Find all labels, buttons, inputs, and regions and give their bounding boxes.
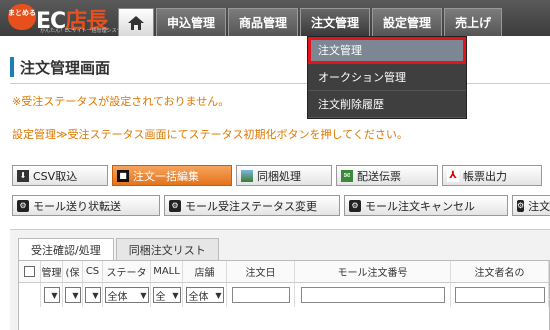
logo[interactable]: まとめる EC店長 かんたん！ECサイト一括管理システム: [8, 3, 127, 34]
action-buttons-row2: ⚙ モール送り状転送 ⚙ モール受注ステータス変更 ⚙ モール注文キャンセル ⚙ 注文: [12, 195, 550, 216]
title-marker: [10, 57, 14, 77]
instruction-message: 設定管理≫受注ステータス画面にてステータス初期化ボタンを押してください。: [12, 128, 408, 141]
bulk-edit-button[interactable]: ■ 注文一括編集: [112, 165, 232, 186]
order-menu-dropdown: 注文管理 オークション管理 注文削除履歴: [307, 36, 467, 119]
tab-order-confirmation[interactable]: 受注確認/処理: [18, 238, 114, 260]
gear-icon: ⚙: [169, 199, 181, 212]
filter-select[interactable]: ▼: [84, 287, 101, 303]
nav-tab-applications[interactable]: 申込管理: [156, 8, 227, 36]
gear-icon: ⚙: [517, 199, 525, 212]
warning-message: ※受注ステータスが設定されておりません。: [12, 95, 230, 108]
tab-bundle-list[interactable]: 同梱注文リスト: [115, 238, 219, 260]
mall-filter-select[interactable]: 全 ▼: [152, 287, 181, 303]
select-all-header[interactable]: [19, 261, 41, 282]
gear-icon: ⚙: [17, 199, 29, 212]
app-header: まとめる EC店長 かんたん！ECサイト一括管理システム 申込管理 商品管理 注…: [0, 0, 550, 36]
gear-icon: ⚙: [349, 199, 361, 212]
mall-order-number-input[interactable]: [300, 287, 445, 303]
nav-tab-orders[interactable]: 注文管理: [300, 8, 371, 36]
home-button[interactable]: [118, 8, 154, 36]
page-title-bar: 注文管理画面: [10, 54, 110, 80]
shipping-icon: ✉: [341, 169, 353, 182]
column-header[interactable]: (保: [63, 261, 83, 282]
order-list-panel: 受注確認/処理 同梱注文リスト 管理 (保 CS ステータ MALL 店舗 注文…: [10, 229, 550, 330]
table-filter-row: ▼ ▼ ▼ 全体 ▼ 全 ▼ 全体 ▼: [19, 283, 549, 307]
bundle-icon: [241, 169, 253, 182]
action-buttons-row1: ⬇ CSV取込 ■ 注文一括編集 同梱処理 ✉ 配送伝票 ⅄ 帳票出力: [12, 165, 546, 186]
column-header[interactable]: モール注文番号: [295, 261, 451, 282]
page-title: 注文管理画面: [20, 58, 111, 77]
home-icon: [128, 15, 144, 30]
order-table: 管理 (保 CS ステータ MALL 店舗 注文日 モール注文番号 注文者名の …: [18, 260, 550, 330]
orderer-name-input[interactable]: [454, 287, 545, 303]
menu-item-order-management[interactable]: 注文管理: [308, 37, 466, 64]
nav-tab-sales[interactable]: 売上げ: [444, 8, 503, 36]
main-nav: 申込管理 商品管理 注文管理 設定管理 売上げ: [118, 8, 504, 36]
report-output-button[interactable]: ⅄ 帳票出力: [442, 165, 542, 186]
sub-tabs: 受注確認/処理 同梱注文リスト: [18, 238, 221, 260]
pdf-icon: ⅄: [447, 169, 459, 182]
nav-tab-products[interactable]: 商品管理: [228, 8, 299, 36]
bundle-button[interactable]: 同梱処理: [236, 165, 332, 186]
mall-invoice-transfer-button[interactable]: ⚙ モール送り状転送: [12, 195, 160, 216]
column-header[interactable]: CS: [83, 261, 103, 282]
filter-select[interactable]: ▼: [43, 287, 60, 303]
edit-icon: ■: [117, 169, 129, 182]
shipping-slip-button[interactable]: ✉ 配送伝票: [336, 165, 438, 186]
shop-filter-select[interactable]: 全体 ▼: [185, 287, 224, 303]
csv-import-button[interactable]: ⬇ CSV取込: [12, 165, 108, 186]
order-button[interactable]: ⚙ 注文: [512, 195, 550, 216]
table-header: 管理 (保 CS ステータ MALL 店舗 注文日 モール注文番号 注文者名の: [19, 261, 549, 283]
order-date-input[interactable]: [231, 287, 290, 303]
status-filter-select[interactable]: 全体 ▼: [104, 287, 149, 303]
title-divider: [10, 83, 550, 84]
column-header[interactable]: MALL: [151, 261, 183, 282]
select-all-checkbox[interactable]: [24, 266, 35, 277]
mall-order-cancel-button[interactable]: ⚙ モール注文キャンセル: [344, 195, 508, 216]
logo-subtitle: かんたん！ECサイト一括管理システム: [40, 28, 127, 34]
column-header[interactable]: ステータ: [103, 261, 151, 282]
menu-item-deleted-orders[interactable]: 注文削除履歴: [308, 91, 466, 118]
column-header[interactable]: 注文者名の: [451, 261, 549, 282]
column-header[interactable]: 店舗: [183, 261, 227, 282]
logo-badge: まとめる: [8, 4, 36, 30]
column-header[interactable]: 管理: [41, 261, 63, 282]
filter-select[interactable]: ▼: [64, 287, 81, 303]
download-icon: ⬇: [17, 169, 29, 182]
column-header[interactable]: 注文日: [227, 261, 295, 282]
mall-status-change-button[interactable]: ⚙ モール受注ステータス変更: [164, 195, 340, 216]
nav-tab-settings[interactable]: 設定管理: [372, 8, 443, 36]
menu-item-auction-management[interactable]: オークション管理: [308, 64, 466, 91]
